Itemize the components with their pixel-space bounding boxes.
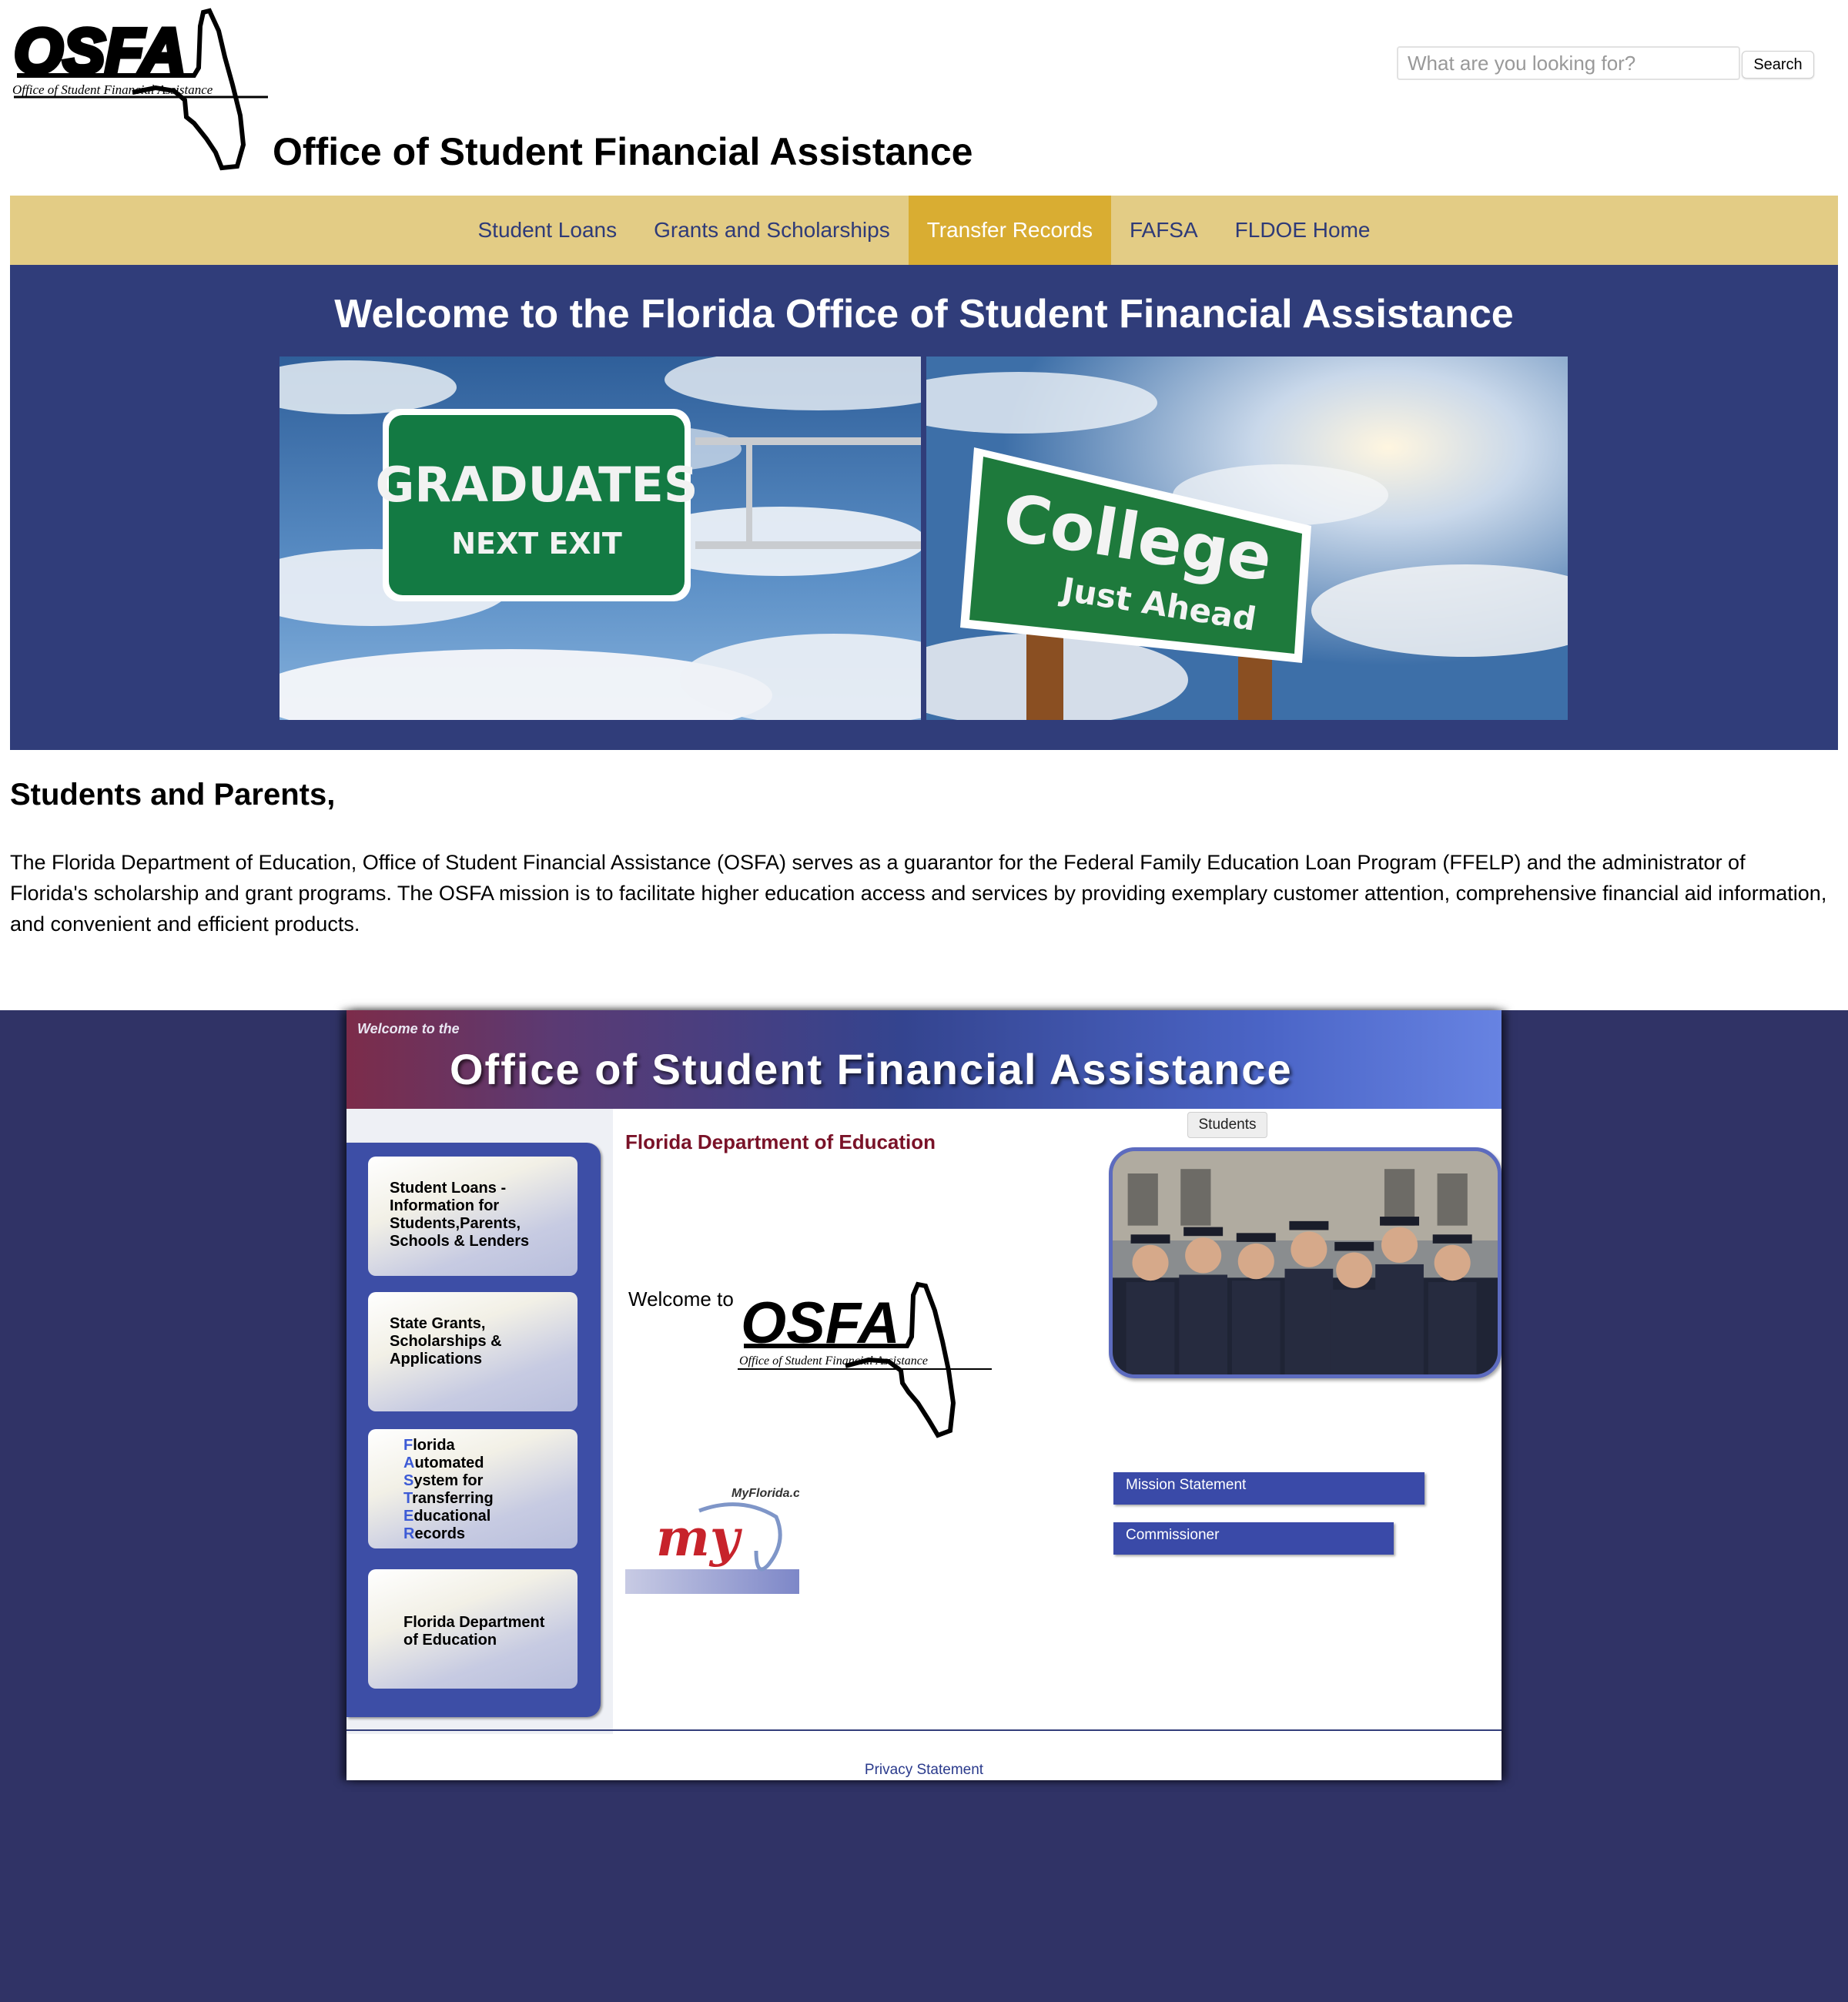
faster-line: Florida [403,1437,455,1454]
hero-banner: Welcome to the Florida Office of Student… [10,265,1838,750]
sidebar-button-label: Florida Department of Education [403,1614,545,1649]
svg-text:GRADUATES: GRADUATES [376,457,698,513]
legacy-banner: Welcome to the Office of Student Financi… [346,1010,1502,1109]
svg-text:NEXT EXIT: NEXT EXIT [451,527,622,561]
graduates-sign-image: GRADUATES NEXT EXIT [280,357,921,720]
svg-text:OSFA: OSFA [14,16,186,86]
faster-line: Automated [403,1455,484,1471]
myflorida-logo[interactable]: MyFlorida.c my [625,1480,800,1594]
legacy-sidebar: Student Loans - Information for Students… [346,1109,613,1734]
faster-line: Educational [403,1508,491,1525]
sidebar-button-label: State Grants, Scholarships & Application… [390,1315,502,1368]
main-nav: Student Loans Grants and Scholarships Tr… [10,196,1838,265]
faster-line: Transferring [403,1490,494,1507]
svg-text:my: my [656,1508,743,1568]
faster-line: System for [403,1472,484,1489]
sidebar-button-faster[interactable]: Florida Automated System for Transferrin… [368,1429,578,1548]
faster-line: Records [403,1525,466,1542]
sidebar-button-state-grants[interactable]: State Grants, Scholarships & Application… [368,1292,578,1411]
search-button[interactable]: Search [1742,51,1814,79]
svg-text:OSFA: OSFA [741,1291,900,1356]
students-tab[interactable]: Students [1187,1112,1267,1138]
osfa-logo-large: OSFA Office of Student Financial Assista… [738,1280,992,1441]
nav-item-grants-scholarships[interactable]: Grants and Scholarships [635,196,909,265]
intro-paragraph: The Florida Department of Education, Off… [10,851,1827,936]
college-sign-image: College Just Ahead [926,357,1568,720]
privacy-statement-link[interactable]: Privacy Statement [346,1762,1502,1779]
search-input[interactable] [1397,46,1740,80]
footer-divider [346,1729,1502,1731]
site-header: OSFA OSFA Office of Student Financial As… [0,0,1848,196]
sidebar-button-fldoe[interactable]: Florida Department of Education [368,1569,578,1689]
nav-item-student-loans[interactable]: Student Loans [460,196,636,265]
osfa-logo[interactable]: OSFA OSFA Office of Student Financial As… [9,8,268,171]
legacy-page: Welcome to the Office of Student Financi… [346,1010,1502,1780]
intro-heading: Students and Parents, [10,778,336,812]
nav-item-fafsa[interactable]: FAFSA [1111,196,1217,265]
osfa-logo-graphic: OSFA OSFA Office of Student Financial As… [12,8,268,171]
welcome-to-text: Welcome to [628,1287,734,1311]
nav-item-fldoe-home[interactable]: FLDOE Home [1217,196,1389,265]
commissioner-link[interactable]: Commissioner [1113,1522,1394,1555]
hero-title: Welcome to the Florida Office of Student… [334,292,1514,336]
sidebar-panel: Student Loans - Information for Students… [346,1143,601,1717]
graduates-photo [1109,1147,1502,1378]
nav-item-transfer-records[interactable]: Transfer Records [908,196,1111,265]
sidebar-button-label: Student Loans - Information for Students… [390,1180,530,1250]
svg-text:MyFlorida.c: MyFlorida.c [732,1487,799,1500]
site-title: Office of Student Financial Assistance [273,130,973,173]
banner-welcome-text: Welcome to the [357,1021,460,1036]
mission-statement-link[interactable]: Mission Statement [1113,1472,1424,1505]
svg-text:Office of Student Financial As: Office of Student Financial Assistance [12,82,213,97]
dept-heading: Florida Department of Education [625,1130,936,1153]
sidebar-button-student-loans[interactable]: Student Loans - Information for Students… [368,1157,578,1276]
svg-text:Office of Student Financial As: Office of Student Financial Assistance [739,1354,928,1368]
banner-title: Office of Student Financial Assistance [450,1045,1293,1093]
